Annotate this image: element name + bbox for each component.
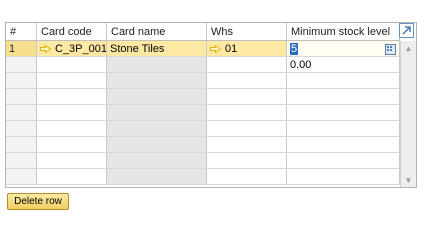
table-row[interactable]: 0.00 [6, 56, 400, 73]
row-number[interactable] [6, 120, 37, 137]
row-number[interactable]: 1 [6, 40, 37, 57]
card-code-cell[interactable] [36, 56, 107, 73]
card-name-cell [106, 56, 207, 73]
row-number[interactable] [6, 88, 37, 105]
card-name-cell [106, 136, 207, 153]
column-header-min-stock[interactable]: Minimum stock level [286, 23, 400, 41]
column-header-card-code[interactable]: Card code [36, 23, 107, 41]
whs-cell[interactable] [206, 152, 287, 169]
whs-cell[interactable] [206, 136, 287, 153]
card-name-cell: Stone Tiles [106, 40, 207, 57]
row-number[interactable] [6, 72, 37, 89]
whs-cell[interactable] [206, 72, 287, 89]
min-stock-value[interactable]: 5 [290, 42, 299, 55]
row-number[interactable] [6, 56, 37, 73]
min-stock-cell[interactable]: 0.00 [286, 56, 400, 73]
min-stock-cell[interactable] [286, 104, 400, 121]
table-row[interactable]: 1 C_3P_001 Stone Tiles 01 5 [6, 40, 400, 57]
min-stock-cell[interactable] [286, 168, 400, 185]
vertical-scrollbar[interactable]: ▲ ▼ [400, 41, 416, 187]
card-code-cell[interactable] [36, 104, 107, 121]
card-code-cell[interactable]: C_3P_001 [36, 40, 107, 57]
link-arrow-icon[interactable] [210, 44, 221, 53]
whs-value: 01 [225, 42, 238, 55]
card-name-cell [106, 104, 207, 121]
whs-cell[interactable] [206, 88, 287, 105]
row-number[interactable] [6, 104, 37, 121]
card-code-value: C_3P_001 [55, 42, 107, 55]
card-name-cell [106, 72, 207, 89]
min-stock-cell[interactable] [286, 72, 400, 89]
whs-cell[interactable] [206, 120, 287, 137]
table-row[interactable] [6, 168, 400, 185]
table-row[interactable] [6, 136, 400, 153]
table-row[interactable] [6, 104, 400, 121]
card-name-cell [106, 168, 207, 185]
card-code-cell[interactable] [36, 168, 107, 185]
card-name-cell [106, 120, 207, 137]
expand-icon[interactable] [399, 23, 414, 38]
scroll-up-icon[interactable]: ▲ [401, 41, 416, 55]
row-number[interactable] [6, 152, 37, 169]
whs-cell[interactable] [206, 168, 287, 185]
row-number[interactable] [6, 136, 37, 153]
stock-level-grid: # Card code Card name Whs Minimum stock … [5, 22, 417, 188]
whs-cell[interactable]: 01 [206, 40, 287, 57]
card-name-cell [106, 88, 207, 105]
card-code-cell[interactable] [36, 136, 107, 153]
min-stock-cell[interactable]: 5 [286, 40, 400, 57]
table-row[interactable] [6, 72, 400, 89]
table-row[interactable] [6, 88, 400, 105]
min-stock-cell[interactable] [286, 152, 400, 169]
card-code-cell[interactable] [36, 88, 107, 105]
min-stock-cell[interactable] [286, 88, 400, 105]
card-code-cell[interactable] [36, 120, 107, 137]
scroll-down-icon[interactable]: ▼ [401, 173, 416, 187]
column-header-card-name[interactable]: Card name [106, 23, 207, 41]
grid-header-row: # Card code Card name Whs Minimum stock … [6, 23, 400, 41]
column-header-whs[interactable]: Whs [206, 23, 287, 41]
column-header-num[interactable]: # [6, 23, 37, 41]
whs-cell[interactable] [206, 56, 287, 73]
link-arrow-icon[interactable] [40, 44, 51, 53]
whs-cell[interactable] [206, 104, 287, 121]
card-code-cell[interactable] [36, 152, 107, 169]
table-row[interactable] [6, 152, 400, 169]
calculator-icon[interactable] [385, 44, 396, 55]
row-number[interactable] [6, 168, 37, 185]
min-stock-cell[interactable] [286, 120, 400, 137]
card-code-cell[interactable] [36, 72, 107, 89]
table-row[interactable] [6, 120, 400, 137]
delete-row-button[interactable]: Delete row [7, 193, 69, 210]
min-stock-cell[interactable] [286, 136, 400, 153]
card-name-cell [106, 152, 207, 169]
grid-table: # Card code Card name Whs Minimum stock … [6, 23, 400, 185]
